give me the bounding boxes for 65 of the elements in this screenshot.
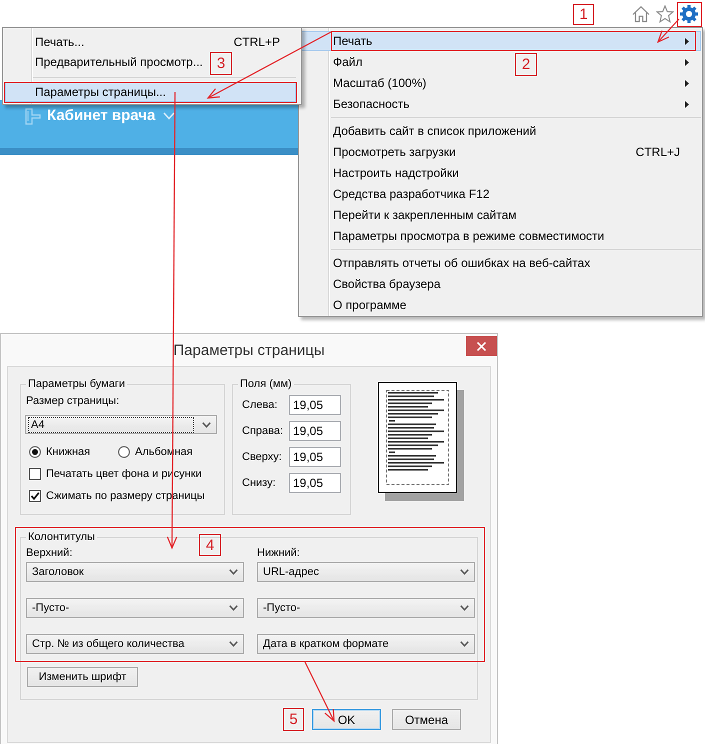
margin-field[interactable]: 19,05 bbox=[289, 421, 341, 441]
menu-item[interactable]: Печать... bbox=[35, 35, 84, 49]
menu-item[interactable]: Параметры просмотра в режиме совместимости bbox=[333, 229, 604, 243]
page-size-select[interactable]: A4 bbox=[25, 415, 217, 434]
menu-item[interactable]: Файл bbox=[333, 55, 363, 69]
field-label: Слева: bbox=[241, 399, 278, 411]
close-button[interactable] bbox=[466, 336, 497, 356]
dropdown-select[interactable]: -Пусто- bbox=[26, 598, 244, 618]
dialog-title: Параметры страницы bbox=[173, 342, 325, 358]
shortcut-label: CTRL+P bbox=[234, 35, 280, 49]
menu-item[interactable]: О программе bbox=[333, 298, 406, 312]
step-number: 5 bbox=[283, 708, 304, 731]
menu-item[interactable]: Параметры страницы... bbox=[5, 82, 296, 102]
chevron-down-icon bbox=[460, 641, 469, 647]
menu-item[interactable]: Свойства браузера bbox=[333, 277, 441, 291]
menu-item[interactable]: Средства разработчика F12 bbox=[333, 187, 490, 201]
field-label: Размер страницы: bbox=[26, 394, 120, 408]
group-title: Параметры бумаги bbox=[27, 378, 126, 391]
menu-item[interactable]: Настроить надстройки bbox=[333, 166, 459, 180]
star-icon[interactable] bbox=[656, 4, 674, 22]
field-label: Верхний: bbox=[26, 546, 74, 560]
chevron-down-icon bbox=[229, 569, 238, 575]
annotation-arrow bbox=[656, 18, 680, 44]
shortcut-label: CTRL+J bbox=[636, 145, 680, 159]
menu-item[interactable]: Масштаб (100%) bbox=[333, 76, 426, 90]
home-icon[interactable] bbox=[632, 4, 650, 22]
dialog-button[interactable]: OK bbox=[312, 709, 381, 730]
dropdown-select[interactable]: Заголовок bbox=[26, 562, 244, 582]
dropdown-select[interactable]: Стр. № из общего количества bbox=[26, 634, 244, 654]
menu-item[interactable]: Отправлять отчеты об ошибках на веб-сайтах bbox=[333, 256, 590, 270]
dialog-button[interactable]: Отмена bbox=[392, 709, 461, 730]
group-title: Колонтитулы bbox=[27, 531, 96, 544]
step-number: 3 bbox=[210, 52, 232, 75]
chevron-down-icon bbox=[460, 569, 469, 575]
margin-field[interactable]: 19,05 bbox=[289, 447, 341, 467]
radio-option[interactable]: Книжная bbox=[29, 444, 118, 460]
logo-icon bbox=[25, 108, 41, 125]
margin-field[interactable]: 19,05 bbox=[289, 473, 341, 493]
field-label: Сверху: bbox=[241, 451, 283, 463]
highlight-frame bbox=[677, 2, 702, 27]
step-number: 2 bbox=[515, 53, 537, 76]
settings-icon[interactable] bbox=[680, 4, 698, 22]
margin-field[interactable]: 19,05 bbox=[289, 395, 341, 415]
menu-item[interactable]: Безопасность bbox=[333, 97, 410, 111]
chevron-down-icon bbox=[163, 112, 176, 120]
annotation-arrow bbox=[304, 662, 335, 722]
dropdown-select[interactable]: -Пусто- bbox=[257, 598, 475, 618]
dropdown-select[interactable]: URL-адрес bbox=[257, 562, 475, 582]
step-number: 4 bbox=[199, 534, 221, 556]
close-icon bbox=[477, 342, 486, 350]
menu-item[interactable]: Добавить сайт в список приложений bbox=[333, 124, 536, 138]
chevron-down-icon bbox=[229, 605, 238, 611]
chevron-down-icon bbox=[460, 605, 469, 611]
change-font-button[interactable]: Изменить шрифт bbox=[27, 667, 138, 687]
menu-item[interactable]: Перейти к закрепленным сайтам bbox=[333, 208, 517, 222]
field-label: Справа: bbox=[241, 425, 284, 437]
field-label: Снизу: bbox=[241, 477, 277, 489]
group-title: Поля (мм) bbox=[239, 378, 293, 391]
field-label: Нижний: bbox=[257, 546, 301, 560]
step-number: 1 bbox=[573, 4, 594, 25]
dropdown-select[interactable]: Дата в кратком формате bbox=[257, 634, 475, 654]
chevron-down-icon bbox=[202, 422, 211, 428]
menu-item[interactable]: Просмотреть загрузки bbox=[333, 145, 456, 159]
chevron-down-icon bbox=[229, 641, 238, 647]
menu-item[interactable]: Предварительный просмотр... bbox=[35, 55, 203, 69]
